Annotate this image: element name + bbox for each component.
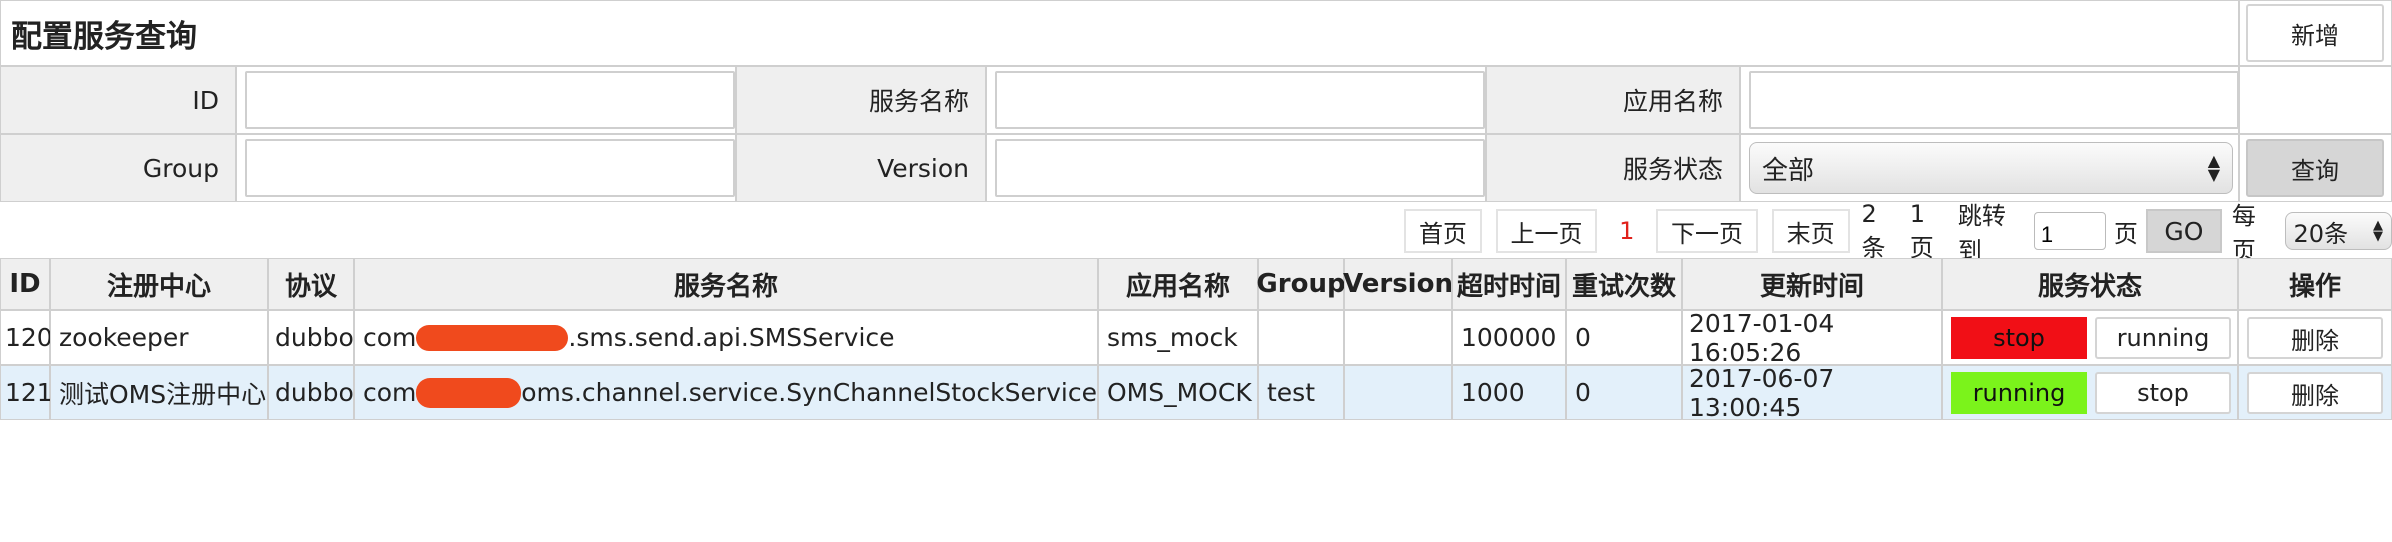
cell-status: running stop xyxy=(1942,365,2238,420)
per-page-select[interactable]: 20条 ▲ ▼ xyxy=(2284,212,2392,250)
table-row: 120 zookeeper dubbo com .sms.send.api.SM… xyxy=(0,309,2392,367)
delete-button[interactable]: 删除 xyxy=(2247,372,2383,414)
cell-app-name: OMS_MOCK xyxy=(1098,365,1258,420)
service-name-input[interactable] xyxy=(995,71,1485,129)
jump-page-input[interactable] xyxy=(2033,212,2106,250)
cell-registry: zookeeper xyxy=(50,310,268,365)
group-field-cell xyxy=(236,134,736,202)
service-status-cell: 全部 ▲ ▼ xyxy=(1740,134,2240,202)
column-header-service-name: 服务名称 xyxy=(354,258,1098,310)
column-header-app-name: 应用名称 xyxy=(1098,258,1258,310)
service-name-label: 服务名称 xyxy=(736,66,986,134)
page-title: 配置服务查询 xyxy=(11,18,197,55)
cell-retries: 0 xyxy=(1566,365,1682,420)
jump-label: 跳转到 xyxy=(1957,202,2006,265)
toggle-status-button[interactable]: running xyxy=(2095,317,2231,359)
cell-service-name: com oms.channel.service.SynChannelStockS… xyxy=(354,365,1098,420)
group-input[interactable] xyxy=(245,139,735,197)
cell-registry: 测试OMS注册中心 xyxy=(50,365,268,420)
id-input[interactable] xyxy=(245,71,735,129)
title-bar: 配置服务查询 xyxy=(0,0,2240,66)
per-page-label: 每页 xyxy=(2231,202,2256,265)
app-name-input[interactable] xyxy=(1749,71,2239,129)
cell-status: stop running xyxy=(1942,310,2238,365)
service-status-label: 服务状态 xyxy=(1486,134,1740,202)
cell-updated: 2017-06-07 13:00:45 xyxy=(1682,364,1942,422)
cell-actions: 删除 xyxy=(2238,310,2392,365)
prev-page-button[interactable]: 上一页 xyxy=(1495,209,1598,253)
cell-actions: 删除 xyxy=(2238,365,2392,420)
cell-id: 120 xyxy=(0,310,53,365)
redaction-mark xyxy=(416,324,569,351)
cell-timeout: 1000 xyxy=(1452,365,1566,420)
id-field-cell xyxy=(236,66,736,134)
column-header-registry: 注册中心 xyxy=(50,258,268,310)
select-arrows-icon: ▲ ▼ xyxy=(2207,151,2220,184)
column-header-timeout: 超时时间 xyxy=(1452,258,1566,310)
app-name-field-cell xyxy=(1740,66,2240,134)
app-name-label: 应用名称 xyxy=(1486,66,1740,134)
delete-button[interactable]: 删除 xyxy=(2247,317,2383,359)
pagination: 首页 上一页 1 下一页 末页 2条 1页 跳转到 页 GO 每页 20条 ▲▼ xyxy=(1404,200,2392,265)
query-button[interactable]: 查询 xyxy=(2246,139,2384,197)
service-status-select[interactable]: 全部 ▲ ▼ xyxy=(1749,142,2233,194)
service-name-field-cell xyxy=(986,66,1486,134)
column-header-id: ID xyxy=(0,258,50,310)
total-count: 2条 xyxy=(1861,199,1886,262)
column-header-status: 服务状态 xyxy=(1942,258,2238,310)
first-page-button[interactable]: 首页 xyxy=(1404,209,1482,253)
add-button[interactable]: 新增 xyxy=(2246,4,2384,62)
cell-group xyxy=(1258,310,1344,365)
cell-timeout: 100000 xyxy=(1452,310,1566,365)
redaction-mark xyxy=(416,377,522,408)
cell-app-name: sms_mock xyxy=(1098,310,1258,365)
last-page-button[interactable]: 末页 xyxy=(1771,209,1850,253)
group-label: Group xyxy=(0,134,236,202)
cell-version xyxy=(1344,365,1452,420)
version-field-cell xyxy=(986,134,1486,202)
column-header-updated: 更新时间 xyxy=(1682,258,1942,310)
current-page: 1 xyxy=(1619,217,1635,245)
form-spacer xyxy=(2238,66,2392,134)
per-page-arrows-icon: ▲ ▼ xyxy=(2372,218,2383,244)
column-header-protocol: 协议 xyxy=(268,258,354,310)
add-area: 新增 xyxy=(2238,0,2392,66)
toggle-status-button[interactable]: stop xyxy=(2095,372,2231,414)
version-input[interactable] xyxy=(995,139,1485,197)
cell-id: 121 xyxy=(0,365,53,420)
column-header-actions: 操作 xyxy=(2238,258,2392,310)
page-unit: 页 xyxy=(2113,219,2138,248)
column-header-retries: 重试次数 xyxy=(1566,258,1682,310)
cell-protocol: dubbo xyxy=(268,310,354,365)
next-page-button[interactable]: 下一页 xyxy=(1656,209,1758,253)
cell-protocol: dubbo xyxy=(268,365,354,420)
cell-version xyxy=(1344,310,1452,365)
status-badge: running xyxy=(1951,372,2087,414)
total-pages: 1页 xyxy=(1909,199,1934,262)
column-header-version: Version xyxy=(1343,258,1453,310)
status-badge: stop xyxy=(1951,317,2087,359)
cell-service-name: com .sms.send.api.SMSService xyxy=(354,310,1098,365)
column-header-group: Group xyxy=(1256,258,1346,310)
query-area: 查询 xyxy=(2238,134,2392,202)
table-row: 121 测试OMS注册中心 dubbo com oms.channel.serv… xyxy=(0,364,2392,422)
cell-updated: 2017-01-04 16:05:26 xyxy=(1682,309,1942,367)
cell-retries: 0 xyxy=(1566,310,1682,365)
go-button[interactable]: GO xyxy=(2145,209,2222,253)
id-label: ID xyxy=(0,66,236,134)
version-label: Version xyxy=(736,134,986,202)
cell-group: test xyxy=(1258,365,1344,420)
